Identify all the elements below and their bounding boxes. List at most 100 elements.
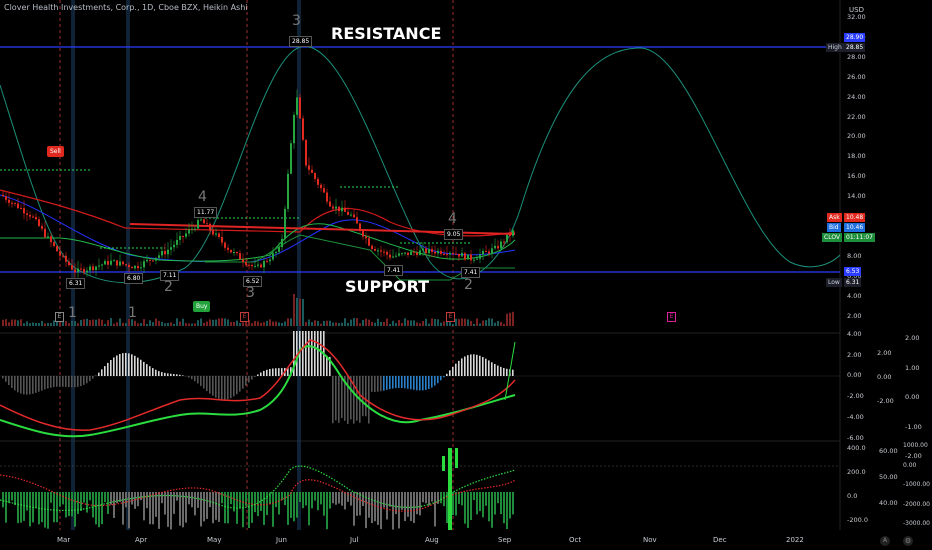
candle-body [332, 206, 334, 209]
osc1-hist-bar [44, 376, 46, 390]
volume-bar [482, 320, 484, 326]
osc1-hist-bar [227, 376, 229, 400]
candle-body [509, 234, 511, 236]
volume-bar [425, 318, 427, 326]
osc1-hist-bar [65, 376, 67, 387]
osc2-hist-bar [203, 492, 205, 522]
candle-body [68, 261, 70, 266]
osc1-hist-bar [263, 370, 265, 376]
volume-bar [74, 321, 76, 326]
osc2-hist-bar [287, 492, 289, 525]
price-tick: 4.00 [847, 291, 862, 300]
volume-bar [122, 322, 124, 326]
osc2-hist-bar [425, 492, 427, 504]
candle-body [290, 143, 292, 174]
osc2-hist-bar [200, 492, 202, 527]
volume-bar [224, 318, 226, 326]
osc1-hist-bar [113, 357, 115, 376]
osc1-hist-bar [266, 369, 268, 376]
candle-body [497, 245, 499, 249]
osc1-hist-bar [506, 368, 508, 376]
candle-body [254, 265, 256, 267]
settings-icon[interactable]: ⚙ [903, 536, 913, 546]
wave-count: 4 [198, 189, 207, 205]
candle-body [65, 255, 67, 262]
buy-flag[interactable]: Buy [193, 301, 211, 312]
osc1-hist-bar [446, 373, 448, 376]
osc1-hist-bar [212, 376, 214, 396]
osc1-hist-bar [485, 358, 487, 376]
osc2-hist-bar [65, 492, 67, 518]
osc1-hist-bar [422, 376, 424, 391]
volume-bar [41, 321, 43, 326]
volume-bar [374, 322, 376, 326]
volume-bar [113, 323, 115, 326]
volume-bar [311, 322, 313, 326]
sell-flag[interactable]: Sell [47, 146, 64, 157]
osc1-mid-tick: 0.00 [877, 373, 892, 381]
osc2-hist-bar [68, 492, 70, 517]
candle-body [407, 252, 409, 255]
earnings-marker[interactable]: E [667, 312, 676, 322]
volume-bar [5, 319, 7, 326]
earnings-marker[interactable]: E [446, 312, 455, 322]
candle-body [122, 261, 124, 265]
osc2-hist-bar [296, 492, 298, 518]
candle-body [326, 192, 328, 202]
candle-body [83, 268, 85, 273]
osc2-hist-bar [512, 492, 514, 515]
osc1-hist-bar [425, 376, 427, 390]
candle-body [404, 252, 406, 254]
osc1-hist-bar [275, 368, 277, 376]
volume-bar [89, 320, 91, 326]
osc2-hist-bar [2, 492, 4, 508]
volume-bar [326, 320, 328, 326]
volume-bar [359, 323, 361, 326]
high-price-tag: 28.85 [844, 43, 866, 52]
volume-bar [416, 322, 418, 326]
candle-body [59, 251, 61, 256]
candle-body [440, 250, 442, 254]
osc2-hist-bar [23, 492, 25, 521]
osc2-hist-bar [149, 492, 151, 525]
volume-bar [215, 319, 217, 326]
volume-bar [275, 321, 277, 326]
auto-scale-button[interactable]: A [880, 536, 890, 546]
osc2-right-tick: -3000.00 [903, 520, 930, 527]
wave-count: 1 [128, 305, 137, 321]
osc2-hist-bar [494, 492, 496, 515]
osc1-hist-bar [203, 376, 205, 389]
volume-bar [44, 323, 46, 326]
osc1-hist-bar [305, 331, 307, 376]
osc1-hist-bar [413, 376, 415, 390]
price-point-label: 7.41 [384, 265, 404, 276]
osc2-hist-bar [50, 492, 52, 503]
earnings-marker[interactable]: E [240, 312, 249, 322]
volume-bar [293, 294, 295, 326]
osc1-hist-bar [92, 376, 94, 379]
osc1-hist-bar [140, 359, 142, 376]
osc1-hist-bar [89, 376, 91, 382]
volume-bar [461, 318, 463, 326]
osc1-hist-bar [242, 376, 244, 389]
osc2-hist-bar [320, 492, 322, 505]
osc2-hist-bar [161, 492, 163, 504]
osc2-hist-bar [53, 492, 55, 523]
osc1-hist-bar [470, 354, 472, 376]
ask-price-tag: 10.48 [844, 213, 866, 222]
volume-bar [230, 321, 232, 326]
osc1-hist-bar [395, 376, 397, 389]
volume-bar [281, 322, 283, 326]
osc1-hist-bar [245, 376, 247, 386]
osc1-hist-bar [128, 353, 130, 376]
symbol-title[interactable]: Clover Health Investments, Corp., 1D, Cb… [4, 3, 248, 12]
osc2-hist-bar [314, 492, 316, 501]
osc2-hist-bar [245, 492, 247, 506]
osc2-hist-bar [242, 492, 244, 528]
osc2-hist-bar [101, 492, 103, 525]
volume-bar [314, 320, 316, 326]
earnings-marker[interactable]: E [55, 312, 64, 322]
osc1-hist-bar [56, 376, 58, 387]
volume-bar [368, 319, 370, 326]
candle-body [89, 266, 91, 271]
